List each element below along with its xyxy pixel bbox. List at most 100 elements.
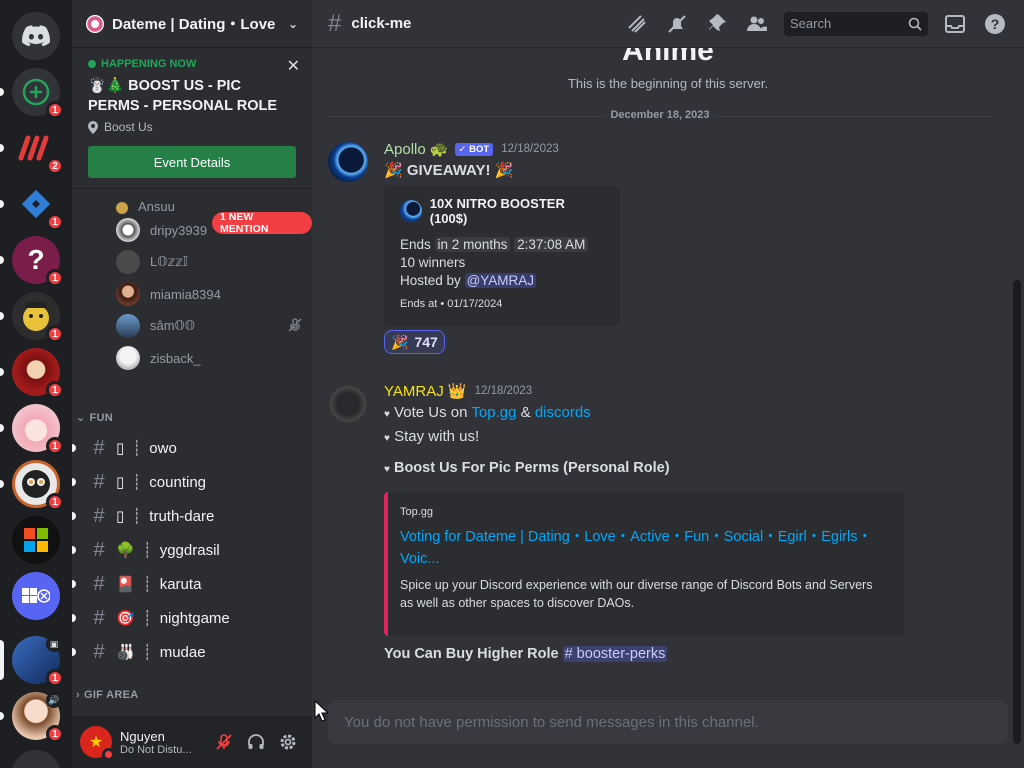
message-author[interactable]: YAMRAJ 👑 [384,382,467,400]
member-name: dripy3939 [150,222,208,238]
server-heading: Anime [622,48,714,67]
home-button[interactable] [12,12,60,60]
server-icon-6[interactable]: 1 [12,348,64,399]
server-icon-2[interactable]: 2 [12,124,64,175]
server-icon-9[interactable] [12,516,60,564]
channel-owo[interactable]: # ▯ ┊ owo [72,432,306,464]
avatar[interactable] [328,142,368,182]
pinned-messages-button[interactable] [704,11,730,37]
reaction-button[interactable]: 🎉 747 [384,330,445,354]
server-icon-7[interactable]: 1 [12,404,64,455]
heart-icon: ♥ [384,464,390,475]
avatar [116,314,140,338]
nitro-icon [400,200,422,222]
member-name: L𝕆𝕫𝕫𝕀 [150,254,188,269]
channel-yggdrasil[interactable]: # 🌳 ┊ yggdrasil [72,534,306,566]
channel-emoji: 🎳 [116,644,135,661]
unread-indicator [0,424,4,432]
text-channel-icon: # [93,470,105,493]
reaction-count: 747 [414,334,438,350]
channel-karuta[interactable]: # 🎴 ┊ karuta [72,568,306,600]
channel-emoji: 🎴 [116,576,135,593]
heart-icon: ♥ [384,433,390,444]
booster-perks-channel-link[interactable]: # booster-perks [562,646,668,662]
server-icon-8[interactable]: 1 [12,460,64,511]
selected-indicator [0,640,4,680]
message-heading-line: ♥ Boost Us For Pic Perms (Personal Role) [384,460,670,476]
embed-body: Ends in 2 months 2:37:08 AM 10 winners H… [400,236,604,290]
guild-icon [86,14,104,33]
date-divider-label: December 18, 2023 [604,109,716,121]
channel-name: counting [149,473,207,491]
message-line: ♥ Vote Us on Top.gg & discords [384,402,591,426]
server-icon-5[interactable]: 1 [12,292,64,343]
footer-text: You Can Buy Higher Role [384,646,559,662]
category-fun[interactable]: ⌄ FUN [76,411,113,425]
date-divider: December 18, 2023 [328,109,992,121]
server-icon-12[interactable]: 🔊 1 [12,692,64,743]
unread-indicator [0,256,4,264]
server-icon-4[interactable]: ? 1 [12,236,64,287]
guild-header[interactable]: Dateme | Dating・Love ⌄ [72,0,312,48]
message-header: YAMRAJ 👑 12/18/2023 [384,382,532,400]
member-row[interactable]: sâm𝕆𝕆 [72,310,312,342]
channel-name: nightgame [159,609,230,627]
embed-title: 10X NITRO BOOSTER (100$) [429,196,565,226]
event-banner: HAPPENING NOW ✕ ☃️🎄 BOOST US - PIC PERMS… [72,48,312,189]
message-line: ♥ Stay with us! [384,426,591,450]
new-mention-pill[interactable]: 1 NEW MENTION [212,211,312,235]
text-channel-icon: # [328,9,342,37]
unread-indicator [0,712,4,720]
member-row[interactable]: miamia8394 [72,278,312,310]
member-row[interactable]: L𝕆𝕫𝕫𝕀 [72,246,312,278]
deafen-button[interactable] [240,726,272,758]
event-location-label: Boost Us [104,120,153,134]
server-icon-13[interactable] [12,750,60,768]
server-icon-3[interactable]: 1 [12,180,64,231]
server-badge: 1 [46,269,64,287]
scrollbar-thumb[interactable] [1013,280,1021,744]
unread-indicator [0,88,4,96]
text-channel-icon: # [93,538,105,561]
search-input[interactable]: Search [784,11,928,36]
unread-indicator [72,614,76,622]
deafened-icon [288,317,302,335]
channel-counting[interactable]: # ▯ ┊ counting [72,466,306,498]
user-info[interactable]: Nguyen Do Not Distu... [120,729,208,756]
server-add[interactable]: 1 [12,68,64,119]
event-details-button[interactable]: Event Details [88,146,296,178]
line1-prefix: Vote Us on [394,404,468,421]
server-icon-10[interactable] [12,572,60,620]
channel-name: mudae [159,643,206,661]
inbox-button[interactable] [942,11,968,37]
channel-name: yggdrasil [159,541,220,559]
member-list-button[interactable] [744,11,770,37]
help-button[interactable]: ? [982,11,1008,37]
unread-indicator [0,200,4,208]
server-badge: 2 [46,157,64,175]
separator-glyph: ┊ [142,576,152,593]
threads-button[interactable] [624,11,650,37]
channel-nightgame[interactable]: # 🎯 ┊ nightgame [72,602,306,634]
text-channel-icon: # [93,640,105,663]
discords-link[interactable]: discords [535,404,591,421]
embed-winners: 10 winners [400,255,466,270]
message-author[interactable]: Apollo 🐢 [384,140,449,158]
user-avatar[interactable]: ★ [80,726,115,761]
channel-mudae[interactable]: # 🎳 ┊ mudae [72,636,306,668]
avatar[interactable] [328,384,368,424]
channel-truth-dare[interactable]: # ▯ ┊ truth-dare [72,500,306,532]
ends-prefix: Ends [400,237,431,252]
embed-title-link[interactable]: Voting for Dateme | Dating・Love・Active・F… [400,526,888,570]
chevron-down-icon: ⌄ [76,412,86,424]
settings-button[interactable] [272,726,304,758]
close-icon[interactable]: ✕ [287,56,300,76]
member-row[interactable]: zisback_ [72,342,312,374]
mute-button[interactable] [208,726,240,758]
server-icon-11[interactable]: ▣ 1 [12,636,64,687]
notification-settings-button[interactable] [664,11,690,37]
host-mention[interactable]: @YAMRAJ [464,273,537,288]
speaker-icon: 🔊 [46,692,62,708]
topgg-link[interactable]: Top.gg [471,404,516,421]
category-gif-area[interactable]: › GIF AREA [76,689,139,701]
